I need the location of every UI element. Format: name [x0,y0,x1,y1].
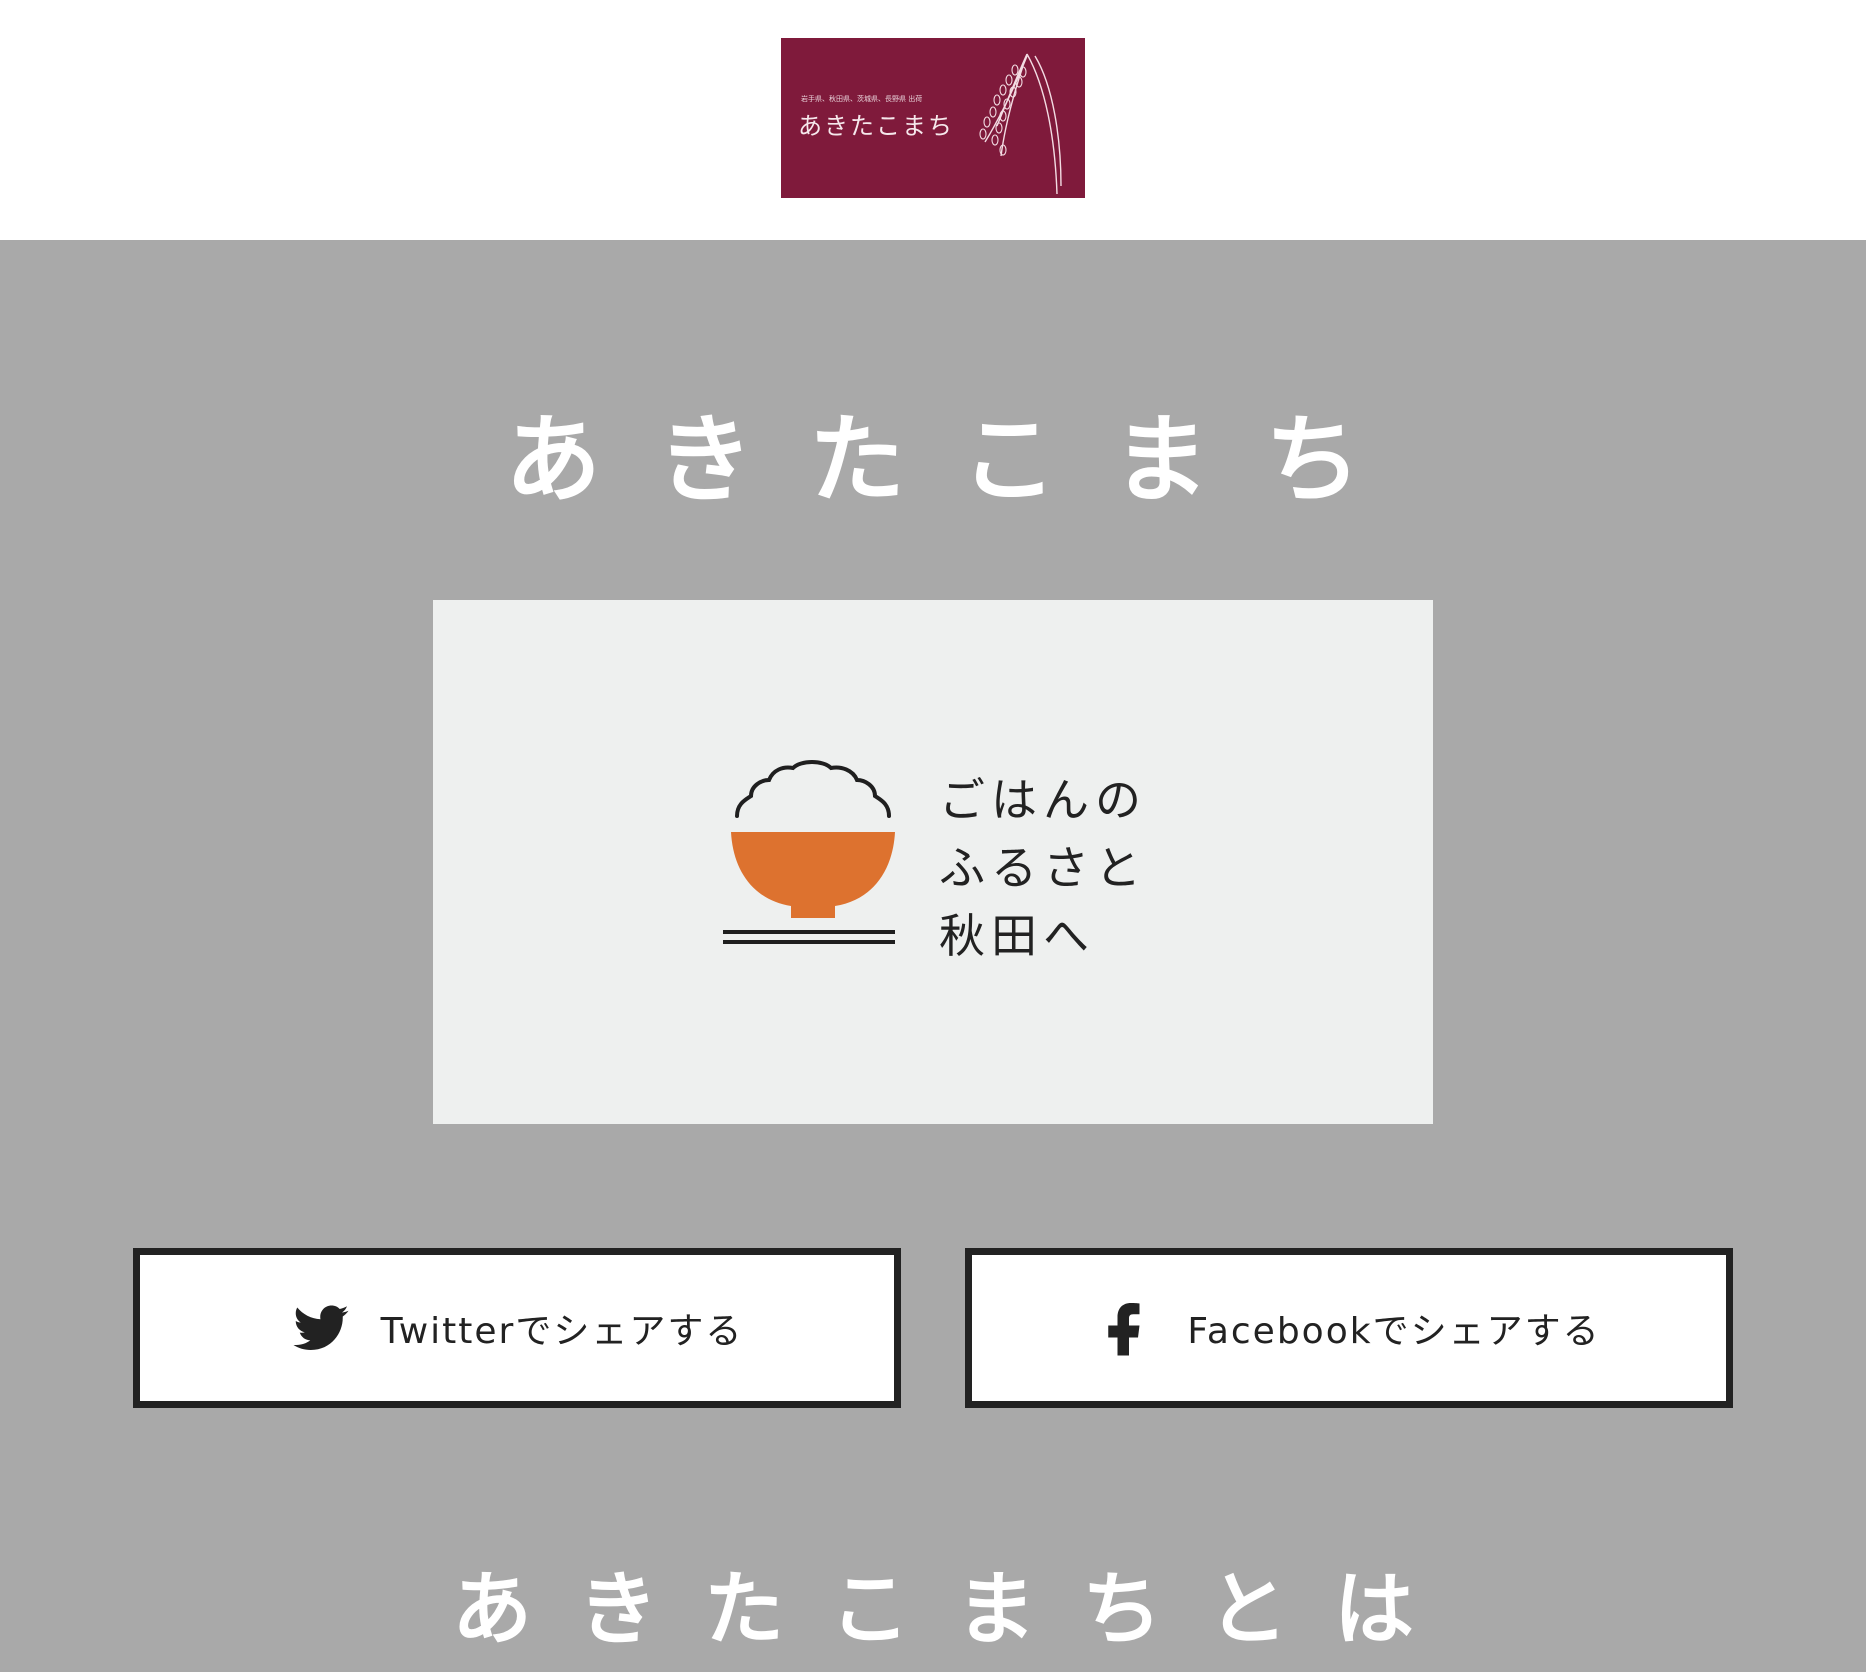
site-header: 岩手県、秋田県、茨城県、長野県 出荷 あきたこまち [0,0,1866,240]
site-logo[interactable]: 岩手県、秋田県、茨城県、長野県 出荷 あきたこまち [781,38,1085,198]
twitter-share-button[interactable]: Twitterでシェアする [133,1248,901,1408]
hero-catchphrase: ごはんの ふるさと 秋田へ [939,766,1147,970]
logo-subtitle: 岩手県、秋田県、茨城県、長野県 出荷 [801,95,923,103]
facebook-share-button[interactable]: Facebookでシェアする [965,1248,1733,1408]
rice-plant-icon [979,53,1062,195]
twitter-bird-icon [293,1305,349,1350]
facebook-f-icon [1108,1303,1140,1356]
rice-bowl-icon [723,760,895,944]
main-section: あきたこまち ごはんの ふるさと 秋田へ Twitterでシェアする Faceb… [0,240,1866,1672]
catch-line-2: ふるさと [939,841,1147,895]
logo-name: あきたこまち [798,112,954,140]
page-title: あきたこまち [505,404,1417,516]
catch-line-1: ごはんの [939,773,1147,827]
facebook-share-label: Facebookでシェアする [1187,1311,1601,1352]
catch-line-3: 秋田へ [939,909,1095,963]
hero-image: ごはんの ふるさと 秋田へ [433,600,1433,1124]
twitter-share-label: Twitterでシェアする [380,1311,744,1352]
section-title: あきたこまちとは [452,1563,1460,1656]
